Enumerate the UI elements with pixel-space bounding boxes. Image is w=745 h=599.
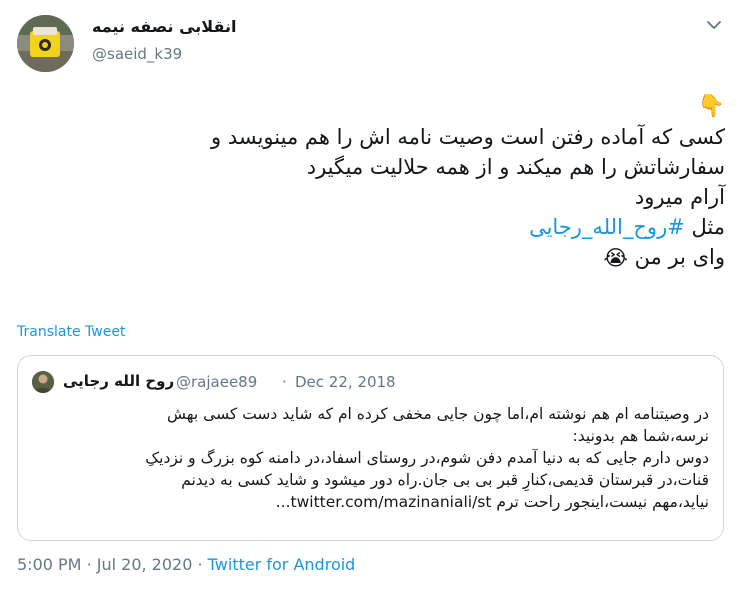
quoted-line-5: نیاید،مهم نیست،اینجور راحت ترم twitter.c…	[275, 493, 709, 511]
hashtag-link[interactable]: #روح_الله_رجایی	[529, 215, 685, 239]
quoted-line-4: قنات،در قبرستان قدیمی،کنارِ قبر بی بی جا…	[181, 471, 709, 489]
meta-separator-1: ·	[86, 555, 92, 574]
crying-face-emoji: 😭	[603, 246, 628, 270]
translate-tweet-link[interactable]: Translate Tweet	[17, 324, 125, 340]
quoted-date: Dec 22, 2018	[295, 373, 396, 391]
quoted-tweet-text: در وصیتنامه ام هم نوشته ام،اما چون جایی …	[29, 403, 709, 513]
pointing-down-emoji: 👇	[697, 94, 725, 119]
tweet-time[interactable]: 5:00 PM	[17, 555, 81, 574]
quoted-author-handle: @rajaee89	[176, 373, 258, 391]
quoted-author-name: روح الله رجایی	[63, 372, 175, 390]
chevron-down-icon	[707, 20, 721, 29]
tweet-line-5: وای بر من 😭	[20, 242, 725, 273]
quoted-line-3: دوس دارم جایی که به دنیا آمدم دفن شوم،در…	[145, 449, 709, 467]
meta-separator-2: ·	[197, 555, 203, 574]
author-handle[interactable]: @saeid_k39	[92, 45, 182, 63]
quoted-separator: ·	[282, 373, 287, 391]
tweet-line-1: کسی که آماده رفتن است وصیت نامه اش را هم…	[211, 125, 725, 149]
tweet-line-5-text: وای بر من	[634, 245, 725, 269]
tweet-date[interactable]: Jul 20, 2020	[97, 555, 193, 574]
tweet-meta: 5:00 PM · Jul 20, 2020 · Twitter for And…	[17, 555, 355, 574]
quoted-author-avatar	[32, 371, 54, 393]
quoted-tweet-card[interactable]: روح الله رجایی @rajaee89 · Dec 22, 2018 …	[17, 355, 724, 541]
tweet-line-4-prefix: مثل	[691, 215, 726, 239]
quoted-line-2: نرسه،شما هم بدونید:	[572, 427, 709, 445]
tweet-source-link[interactable]: Twitter for Android	[208, 555, 356, 574]
author-name[interactable]: انقلابی نصفه نیمه	[92, 17, 236, 36]
author-avatar[interactable]	[17, 15, 74, 72]
quoted-avatar-image	[32, 371, 54, 393]
tweet-line-3: آرام میرود	[634, 185, 725, 209]
tweet-line-2: سفارشاتش را هم میکند و از همه حلالیت میگ…	[306, 155, 725, 179]
avatar-image	[17, 15, 74, 72]
quoted-line-1: در وصیتنامه ام هم نوشته ام،اما چون جایی …	[167, 405, 709, 423]
tweet-text: 👇 کسی که آماده رفتن است وصیت نامه اش را …	[20, 92, 725, 273]
more-options-button[interactable]	[703, 14, 725, 36]
tweet-line-4: مثل #روح_الله_رجایی	[20, 212, 725, 242]
